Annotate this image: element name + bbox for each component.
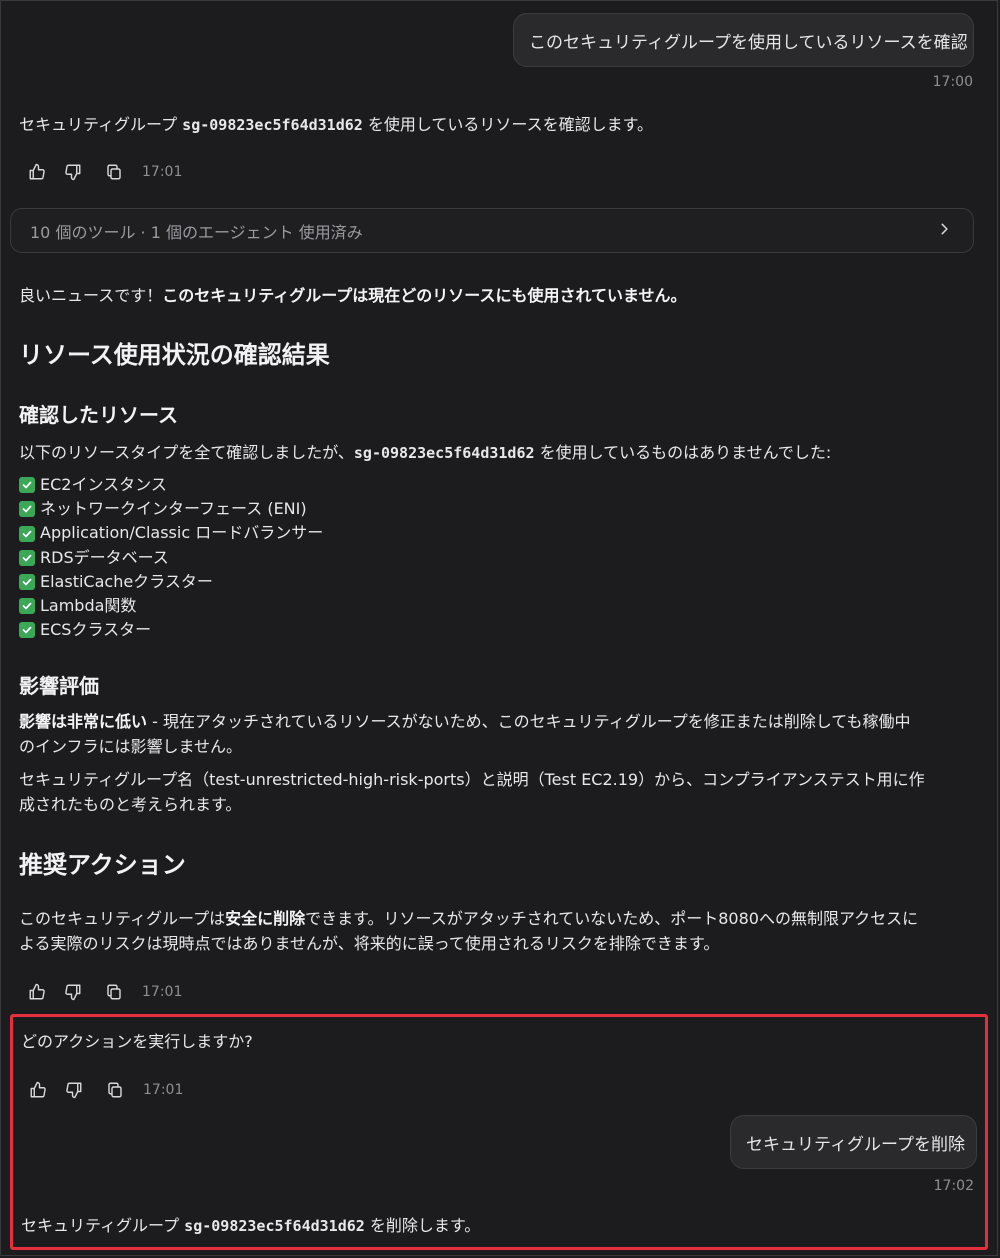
security-group-id: sg-09823ec5f64d31d62 xyxy=(353,444,535,462)
user-message-bubble: セキュリティグループを削除 xyxy=(730,1115,977,1169)
message-actions: 17:01 xyxy=(27,1079,183,1101)
highlighted-region: どのアクションを実行しますか? 17:01 セキュリティグループを削除 17:0… xyxy=(10,1014,988,1250)
assistant-question: どのアクションを実行しますか? xyxy=(21,1032,253,1051)
checked-resources-description: 以下のリソースタイプを全て確認しましたが、sg-09823ec5f64d31d6… xyxy=(19,443,832,462)
list-item: Lambda関数 xyxy=(19,594,323,618)
check-icon xyxy=(19,549,35,566)
thumbs-down-icon[interactable] xyxy=(62,161,84,183)
assistant-message-timestamp: 17:01 xyxy=(143,1082,184,1098)
user-message-bubble: このセキュリティグループを使用しているリソースを確認 xyxy=(513,13,974,67)
assistant-final-message: セキュリティグループ sg-09823ec5f64d31d62 を削除します。 xyxy=(21,1216,481,1235)
chevron-right-icon xyxy=(937,221,951,240)
check-icon xyxy=(19,598,35,615)
checked-resources-heading: 確認したリソース xyxy=(19,403,178,427)
impact-heading: 影響評価 xyxy=(19,674,99,698)
check-icon xyxy=(19,573,35,590)
list-item: ECSクラスター xyxy=(19,618,323,642)
user-message-timestamp: 17:00 xyxy=(932,74,973,90)
security-group-id: sg-09823ec5f64d31d62 xyxy=(184,1217,365,1235)
copy-icon[interactable] xyxy=(103,981,125,1003)
security-group-name-note: セキュリティグループ名（test-unrestricted-high-risk-… xyxy=(19,770,925,814)
checked-resources-list: EC2インスタンス ネットワークインターフェース (ENI) Applicati… xyxy=(19,473,323,642)
list-item: ElastiCacheクラスター xyxy=(19,570,323,594)
tools-used-summary[interactable]: 10 個のツール · 1 個のエージェント 使用済み xyxy=(10,208,974,253)
result-intro: 良いニュースです！このセキュリティグループは現在どのリソースにも使用されていませ… xyxy=(19,286,687,305)
thumbs-up-icon[interactable] xyxy=(27,1079,49,1101)
copy-icon[interactable] xyxy=(103,161,125,183)
assistant-message-timestamp: 17:01 xyxy=(142,984,183,1000)
list-item: ネットワークインターフェース (ENI) xyxy=(19,497,323,521)
copy-icon[interactable] xyxy=(104,1079,126,1101)
user-message-text: このセキュリティグループを使用しているリソースを確認 xyxy=(529,32,968,53)
user-message-text: セキュリティグループを削除 xyxy=(746,1134,965,1155)
chat-window: このセキュリティグループを使用しているリソースを確認 17:00 セキュリティグ… xyxy=(0,0,998,1256)
check-icon xyxy=(19,501,35,518)
check-icon xyxy=(19,525,35,542)
thumbs-down-icon[interactable] xyxy=(63,1079,85,1101)
assistant-message-timestamp: 17:01 xyxy=(142,164,183,180)
thumbs-up-icon[interactable] xyxy=(26,981,48,1003)
assistant-message-text: セキュリティグループ xyxy=(19,115,183,134)
impact-text: 影響は非常に低い - 現在アタッチされているリソースがないため、このセキュリティ… xyxy=(19,712,911,756)
assistant-message: セキュリティグループ sg-09823ec5f64d31d62 を使用しているリ… xyxy=(19,112,653,138)
recommended-action-text: このセキュリティグループは安全に削除できます。リソースがアタッチされていないため… xyxy=(19,909,919,953)
recommended-action-heading: 推奨アクション xyxy=(19,851,186,879)
tools-used-label: 10 個のツール · 1 個のエージェント 使用済み xyxy=(30,222,363,242)
list-item: EC2インスタンス xyxy=(19,473,323,497)
check-icon xyxy=(19,477,35,494)
list-item: RDSデータベース xyxy=(19,546,323,570)
thumbs-up-icon[interactable] xyxy=(26,161,48,183)
assistant-message-text-end: を使用しているリソースを確認します。 xyxy=(362,115,654,134)
security-group-id: sg-09823ec5f64d31d62 xyxy=(182,116,363,134)
check-icon xyxy=(19,622,35,639)
result-heading: リソース使用状況の確認結果 xyxy=(19,341,330,369)
user-message-timestamp: 17:02 xyxy=(933,1178,974,1194)
message-actions: 17:01 xyxy=(26,981,182,1003)
thumbs-down-icon[interactable] xyxy=(62,981,84,1003)
list-item: Application/Classic ロードバランサー xyxy=(19,521,323,545)
message-actions: 17:01 xyxy=(26,161,182,183)
